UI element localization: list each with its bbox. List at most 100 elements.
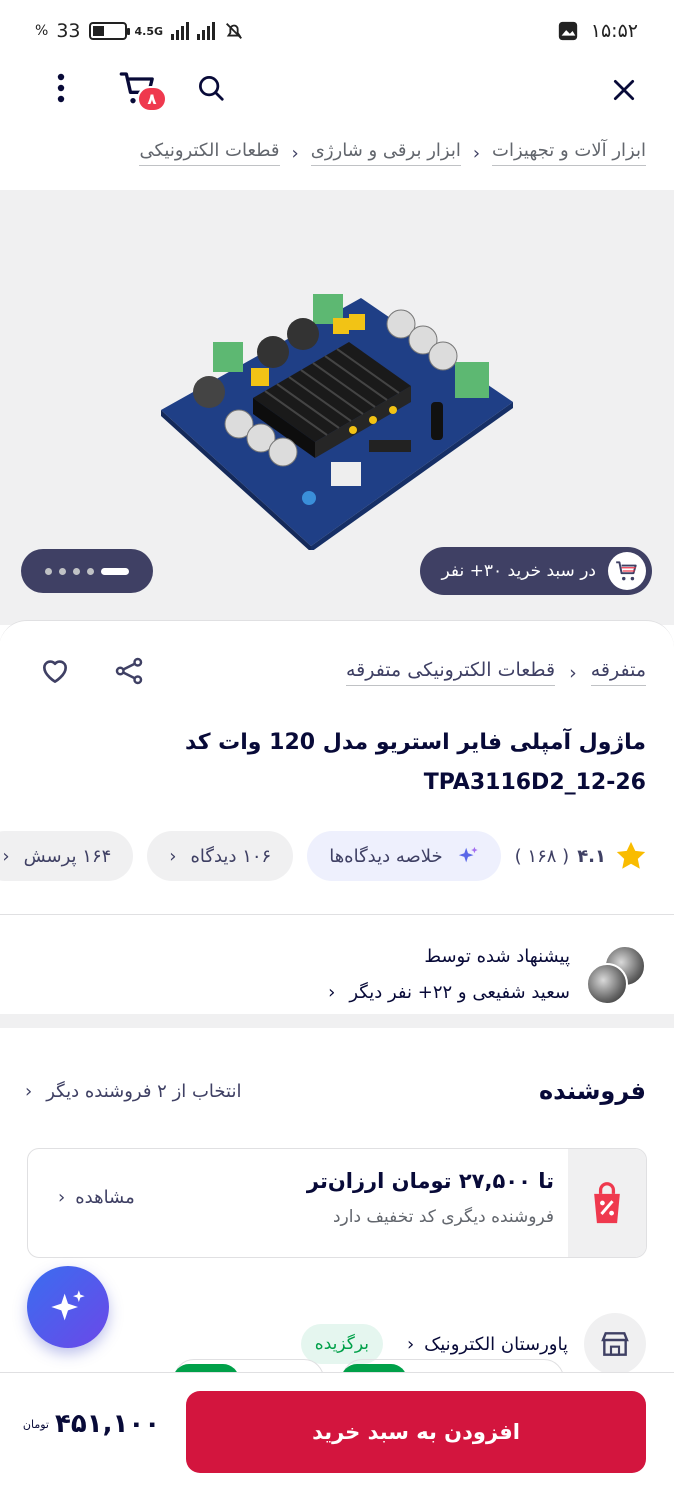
store-name-link[interactable]: پاورستان الکترونیک ‹ <box>408 1334 569 1355</box>
other-sellers-link[interactable]: انتخاب از ۲ فروشنده دیگر ‹ <box>26 1081 242 1102</box>
reviews-summary-label: خلاصه دیدگاه‌ها <box>330 845 444 867</box>
chevron-left-icon: ‹ <box>329 982 337 1003</box>
store-icon-circle <box>585 1313 647 1375</box>
pagination-dot <box>88 567 95 575</box>
chevron-left-icon: ‹ <box>3 845 11 867</box>
chevron-left-icon: ‹ <box>292 142 300 164</box>
product-gallery[interactable]: در سبد خرید ۳۰+ نفر <box>0 190 675 625</box>
seller-title: فروشنده <box>540 1077 647 1105</box>
status-left: % 33 4.5G <box>36 20 246 42</box>
shopping-cart-icon <box>617 561 638 581</box>
selected-seller-badge: برگزیده <box>301 1324 384 1364</box>
cheaper-offer-card[interactable]: تا ۲۷,۵۰۰ تومان ارزان‌تر فروشنده دیگری ک… <box>28 1148 648 1258</box>
search-button[interactable] <box>190 66 234 110</box>
network-type: 4.5G <box>135 24 165 38</box>
star-icon <box>617 841 647 869</box>
product-title: ماژول آمپلی فایر استریو مدل 120 وات کد T… <box>27 723 647 803</box>
product-info-card: متفرقه ‹ قطعات الکترونیکی متفرقه ماژول آ… <box>0 620 675 1500</box>
breadcrumb: ابزار آلات و تجهیزات ‹ ابزار برقی و شارژ… <box>140 140 647 166</box>
chevron-left-icon: ‹ <box>407 1333 416 1355</box>
currency-label: تومان <box>23 1417 50 1431</box>
questions-chip[interactable]: ۱۶۴ پرسش ‹ <box>0 831 135 881</box>
status-bar: % 33 4.5G ۱۵:۵۲ <box>0 0 675 62</box>
more-vertical-icon <box>58 73 66 103</box>
rating-value: ۴.۱ <box>578 845 607 867</box>
favorite-button[interactable] <box>34 649 78 693</box>
chevron-left-icon: ‹ <box>170 845 178 867</box>
search-icon <box>200 76 225 101</box>
rating[interactable]: ۴.۱ ( ۱۶۸ ) <box>516 839 649 873</box>
offer-subtitle: فروشنده دیگری کد تخفیف دارد <box>333 1207 555 1227</box>
close-button[interactable] <box>603 68 647 112</box>
clock: ۱۵:۵۲ <box>591 20 639 42</box>
gallery-pagination[interactable] <box>22 549 154 593</box>
offer-title: تا ۲۷,۵۰۰ تومان ارزان‌تر <box>307 1169 555 1193</box>
battery-level: 33 <box>57 20 82 42</box>
product-title-line1: ماژول آمپلی فایر استریو مدل 120 وات کد <box>185 730 647 755</box>
recommender-avatars <box>587 945 647 1005</box>
recommendation-subtitle: سعید شفیعی و ۲۲+ نفر دیگر <box>350 982 571 1003</box>
in-cart-count-pill: در سبد خرید ۳۰+ نفر <box>420 547 653 595</box>
price-value: ۴۵۱,۱۰۰ <box>56 1409 162 1439</box>
ai-assistant-button[interactable] <box>28 1266 110 1348</box>
pagination-dot-active <box>102 567 130 575</box>
reviews-chip[interactable]: ۱۰۶ دیدگاه ‹ <box>148 831 295 881</box>
sparkle-icon <box>52 1290 86 1321</box>
category-misc[interactable]: متفرقه <box>591 659 647 686</box>
chevron-left-icon: ‹ <box>26 1080 34 1102</box>
category-misc-electronics[interactable]: قطعات الکترونیکی متفرقه <box>346 659 557 686</box>
cart-count-badge: ۸ <box>138 86 168 112</box>
pagination-dot <box>46 567 53 575</box>
cart-button[interactable]: ۸ <box>112 64 168 114</box>
battery-icon <box>89 22 131 40</box>
category-path: متفرقه ‹ قطعات الکترونیکی متفرقه <box>346 659 647 686</box>
discount-bag-icon <box>595 1182 621 1224</box>
avatar <box>587 963 629 1005</box>
store-name: پاورستان الکترونیک <box>425 1333 569 1355</box>
sparkle-icon <box>459 846 479 863</box>
recommendation-title: پیشنهاد شده توسط <box>425 946 571 967</box>
divider <box>0 914 675 915</box>
in-cart-count-text: در سبد خرید ۳۰+ نفر <box>442 561 597 581</box>
status-right: ۱۵:۵۲ <box>558 20 639 42</box>
breadcrumb-item-tools[interactable]: ابزار آلات و تجهیزات <box>493 140 647 166</box>
rating-chips-row: ۴.۱ ( ۱۶۸ ) خلاصه دیدگاه‌ها ۱۰۶ دیدگاه ‹… <box>0 831 649 881</box>
add-to-cart-button[interactable]: افزودن به سبد خرید <box>187 1391 647 1473</box>
recommendation-line: سعید شفیعی و ۲۲+ نفر دیگر ‹ <box>329 975 571 1011</box>
photo-icon <box>559 21 578 41</box>
chevron-left-icon: ‹ <box>473 142 482 164</box>
battery-percent-sign: % <box>36 23 50 39</box>
pagination-dot <box>74 567 81 575</box>
section-separator <box>0 1014 675 1028</box>
offer-view-label: مشاهده <box>76 1187 136 1208</box>
mute-bell-icon <box>227 23 243 39</box>
breadcrumb-item-power-tools[interactable]: ابزار برقی و شارژی <box>311 140 462 166</box>
recommendation-text: پیشنهاد شده توسط سعید شفیعی و ۲۲+ نفر دی… <box>329 939 571 1011</box>
bottom-action-bar: افزودن به سبد خرید ۴۵۱,۱۰۰ تومان <box>0 1372 675 1500</box>
reviews-summary-chip[interactable]: خلاصه دیدگاه‌ها <box>308 831 502 881</box>
product-title-code: TPA3116D2_12-26 <box>424 770 647 795</box>
offer-view-link[interactable]: مشاهده ‹ <box>59 1187 136 1208</box>
close-icon <box>614 79 636 101</box>
more-options-button[interactable] <box>44 66 80 110</box>
share-icon <box>116 657 144 685</box>
signal-icon <box>172 22 191 40</box>
offer-icon-box <box>569 1149 647 1257</box>
rating-count: ( ۱۶۸ ) <box>515 845 571 867</box>
heart-icon <box>43 660 69 683</box>
recommendation-row[interactable]: پیشنهاد شده توسط سعید شفیعی و ۲۲+ نفر دی… <box>329 939 647 1011</box>
breadcrumb-item-electronics[interactable]: قطعات الکترونیکی <box>140 140 281 166</box>
signal-icon-2 <box>198 22 217 40</box>
store-icon <box>602 1332 630 1356</box>
share-button[interactable] <box>108 649 152 693</box>
price-box: ۴۵۱,۱۰۰ تومان <box>23 1409 162 1439</box>
pagination-dot <box>60 567 67 575</box>
top-bar: ۸ <box>0 62 675 118</box>
cart-circle <box>609 552 647 590</box>
seller-header: فروشنده انتخاب از ۲ فروشنده دیگر ‹ <box>26 1071 647 1111</box>
reviews-label: ۱۰۶ دیدگاه <box>191 845 273 867</box>
other-sellers-label: انتخاب از ۲ فروشنده دیگر <box>47 1080 243 1102</box>
chevron-left-icon: ‹ <box>570 661 578 684</box>
questions-label: ۱۶۴ پرسش <box>24 845 113 867</box>
chevron-left-icon: ‹ <box>59 1187 67 1208</box>
